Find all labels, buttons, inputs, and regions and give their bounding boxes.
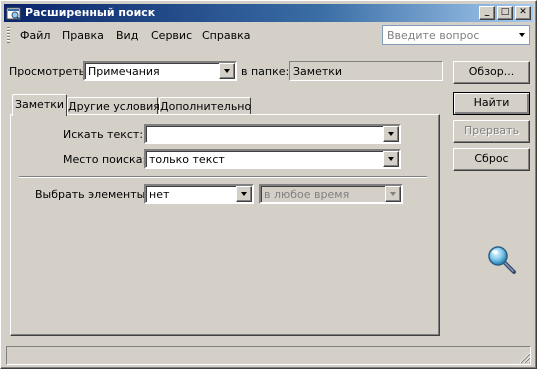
choose-items-dropdown-button[interactable] bbox=[236, 186, 252, 202]
menu-tools[interactable]: Сервис bbox=[151, 29, 192, 42]
new-search-button[interactable]: Сброс bbox=[453, 148, 530, 171]
status-panel bbox=[6, 346, 531, 365]
lookin-value: Примечания bbox=[88, 65, 160, 78]
find-now-button[interactable]: Найти bbox=[453, 92, 530, 115]
search-text-label: Искать текст: bbox=[63, 128, 144, 141]
title-bar[interactable]: Расширенный поиск _ □ ✕ bbox=[4, 4, 533, 22]
magnifier-icon bbox=[488, 246, 516, 274]
chevron-down-icon bbox=[390, 192, 396, 196]
chevron-down-icon bbox=[241, 192, 247, 196]
chevron-down-icon bbox=[388, 157, 394, 161]
stop-button: Прервать bbox=[453, 120, 530, 143]
lookin-label: Просмотреть: bbox=[9, 65, 89, 78]
time-value: в любое время bbox=[264, 188, 350, 201]
chevron-down-icon bbox=[388, 132, 394, 136]
search-in-label: Место поиска: bbox=[63, 153, 147, 166]
choose-items-select[interactable]: нет bbox=[144, 184, 254, 204]
resize-grip-icon[interactable] bbox=[519, 352, 531, 364]
browse-button[interactable]: Обзор... bbox=[453, 61, 530, 84]
choose-items-label: Выбрать элементы: bbox=[35, 188, 150, 201]
advanced-find-window: Расширенный поиск _ □ ✕ Файл Правка Вид … bbox=[0, 0, 537, 369]
menu-edit[interactable]: Правка bbox=[62, 29, 104, 42]
menu-view[interactable]: Вид bbox=[116, 29, 138, 42]
ask-question-placeholder: Введите вопрос bbox=[387, 29, 480, 42]
time-dropdown-button bbox=[385, 186, 401, 202]
status-bar bbox=[4, 346, 533, 366]
folder-field: Заметки bbox=[289, 61, 443, 81]
maximize-button[interactable]: □ bbox=[497, 6, 513, 20]
form-separator bbox=[19, 176, 427, 178]
search-text-dropdown-button[interactable] bbox=[383, 126, 399, 142]
close-button[interactable]: ✕ bbox=[515, 6, 531, 20]
folder-value: Заметки bbox=[293, 65, 343, 78]
search-in-value: только текст bbox=[149, 153, 225, 166]
ask-question-input[interactable]: Введите вопрос bbox=[382, 25, 530, 45]
search-in-dropdown-button[interactable] bbox=[383, 151, 399, 167]
tab-notes[interactable]: Заметки bbox=[12, 94, 67, 116]
window-title: Расширенный поиск bbox=[25, 6, 156, 19]
toolbar-grip[interactable] bbox=[7, 27, 10, 43]
lookin-select[interactable]: Примечания bbox=[83, 61, 237, 81]
tab-panel bbox=[10, 114, 440, 336]
lookin-dropdown-button[interactable] bbox=[219, 63, 235, 79]
menu-file[interactable]: Файл bbox=[20, 29, 50, 42]
search-in-select[interactable]: только текст bbox=[144, 149, 401, 169]
ask-question-dropdown[interactable] bbox=[516, 27, 528, 43]
folder-label: в папке: bbox=[241, 65, 290, 78]
time-select: в любое время bbox=[259, 184, 403, 204]
chevron-down-icon bbox=[224, 69, 230, 73]
chevron-down-icon bbox=[519, 33, 525, 37]
search-text-input[interactable] bbox=[144, 124, 401, 144]
choose-items-value: нет bbox=[149, 188, 170, 201]
menu-help[interactable]: Справка bbox=[202, 29, 250, 42]
minimize-button[interactable]: _ bbox=[479, 6, 495, 20]
find-window-icon bbox=[6, 7, 21, 21]
